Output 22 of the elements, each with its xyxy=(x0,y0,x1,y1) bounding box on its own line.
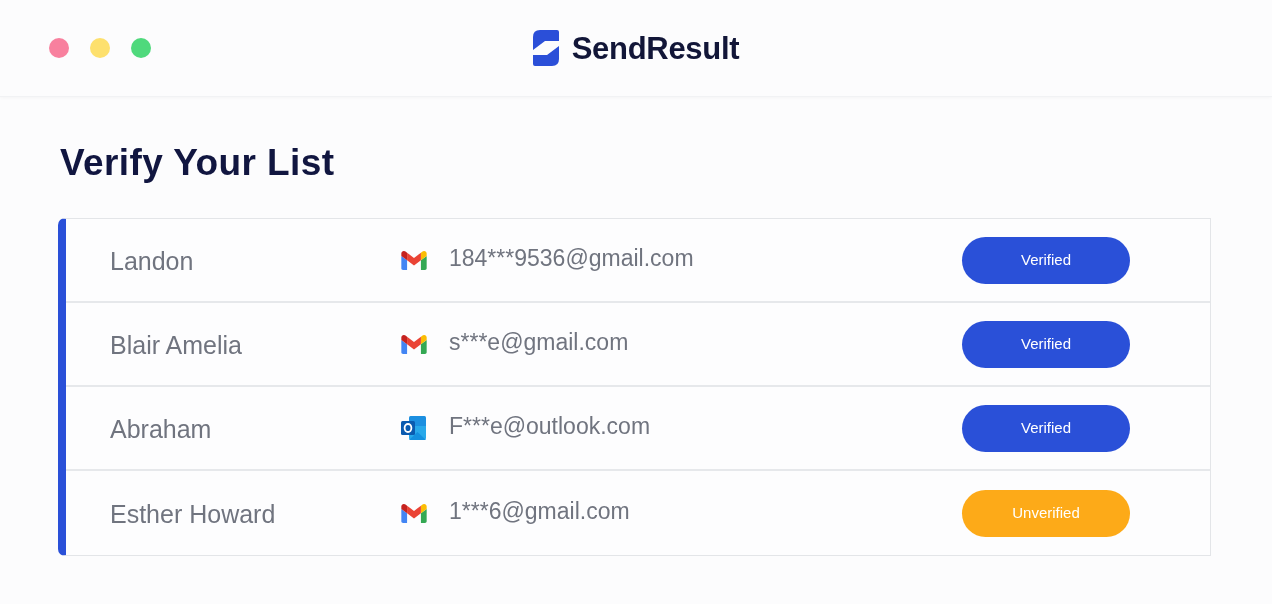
contact-email: 1***6@gmail.com xyxy=(449,497,631,527)
contact-name: Esther Howard xyxy=(110,498,277,530)
contact-email: F***e@outlook.com xyxy=(449,412,652,442)
contact-email: s***e@gmail.com xyxy=(449,328,630,358)
minimize-icon[interactable] xyxy=(90,38,110,58)
mail-m-icon xyxy=(401,250,427,270)
mail-m-icon xyxy=(401,503,427,523)
brand-name: SendResult xyxy=(571,32,740,64)
status-badge: Verified xyxy=(962,404,1130,452)
mail-app-icon xyxy=(401,415,427,441)
contact-email: 184***9536@gmail.com xyxy=(449,244,695,274)
status-badge: Verified xyxy=(962,236,1130,284)
status-badge: Unverified xyxy=(962,489,1130,537)
close-icon[interactable] xyxy=(49,38,69,58)
contact-name: Landon xyxy=(110,245,195,277)
logo-icon xyxy=(532,30,559,66)
contact-name: Abraham xyxy=(110,413,213,445)
status-badge: Verified xyxy=(962,320,1130,368)
contact-name: Blair Amelia xyxy=(110,329,243,361)
page-title: Verify Your List xyxy=(60,141,336,185)
mail-m-icon xyxy=(401,334,427,354)
maximize-icon[interactable] xyxy=(131,38,151,58)
